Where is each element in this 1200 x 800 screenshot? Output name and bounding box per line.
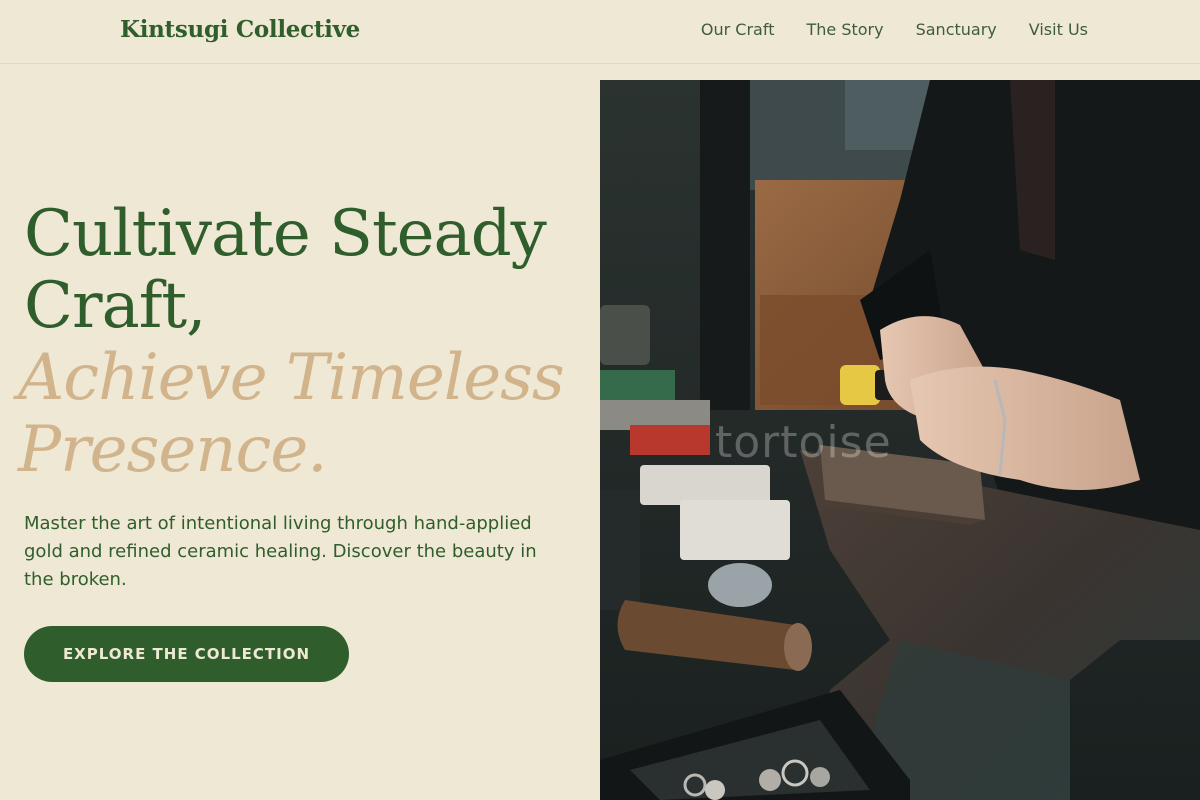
hero-title-line-4: Presence. (18, 413, 328, 487)
nav-link-the-story[interactable]: The Story (806, 20, 883, 39)
hero-title: Cultivate Steady Craft, Achieve Timeless… (18, 197, 594, 486)
site-header: Kintsugi Collective Our Craft The Story … (0, 0, 1200, 64)
logo[interactable]: Kintsugi Collective (120, 16, 360, 43)
hero-title-line-1: Cultivate Steady (24, 197, 547, 271)
hero-photo: tortoise (600, 80, 1200, 800)
explore-collection-button[interactable]: EXPLORE THE COLLECTION (24, 626, 349, 682)
workshop-photo-illustration (600, 80, 1200, 800)
nav-link-visit-us[interactable]: Visit Us (1029, 20, 1088, 39)
hero-title-line-3: Achieve Timeless (18, 341, 565, 415)
nav-link-our-craft[interactable]: Our Craft (701, 20, 775, 39)
hero-description: Master the art of intentional living thr… (24, 513, 537, 590)
hero-title-line-2: Craft, (24, 269, 206, 343)
main-nav: Our Craft The Story Sanctuary Visit Us (701, 20, 1088, 39)
nav-link-sanctuary[interactable]: Sanctuary (916, 20, 997, 39)
